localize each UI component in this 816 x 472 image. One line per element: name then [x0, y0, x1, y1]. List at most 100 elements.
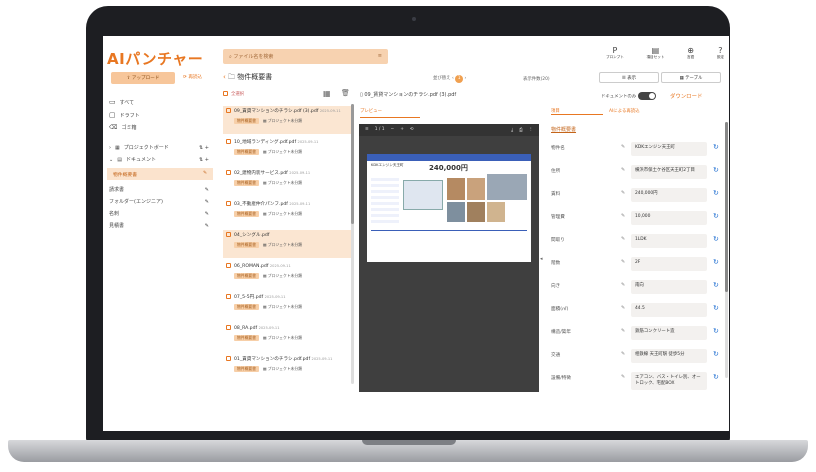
- edit-icon[interactable]: ✎: [621, 259, 625, 265]
- rotate-icon[interactable]: ⟲: [410, 127, 414, 133]
- edit-icon[interactable]: ✎: [205, 187, 209, 193]
- more-icon[interactable]: ⋮: [529, 127, 533, 133]
- file-project-badge[interactable]: ▦ プロジェクト未分類: [263, 118, 302, 124]
- edit-icon[interactable]: ✎: [621, 305, 625, 311]
- file-type-badge[interactable]: 物件概要書: [234, 211, 259, 217]
- edit-icon[interactable]: ✎: [621, 167, 625, 173]
- reread-icon[interactable]: ↻: [713, 212, 719, 220]
- search-input[interactable]: ⌕ ファイル名を検索 ≡: [223, 49, 388, 64]
- file-checkbox[interactable]: [226, 170, 231, 175]
- field-scrollbar[interactable]: [725, 122, 728, 378]
- file-checkbox[interactable]: [226, 294, 231, 299]
- print-icon[interactable]: ⎙: [519, 127, 523, 133]
- reread-icon[interactable]: ↻: [713, 281, 719, 289]
- edit-icon[interactable]: ✎: [621, 282, 625, 288]
- collapse-handle[interactable]: ◂: [540, 256, 543, 262]
- edit-icon[interactable]: ✎: [205, 223, 209, 229]
- language-icon[interactable]: ⊕ 言語: [687, 46, 694, 60]
- download-icon[interactable]: ⤓: [511, 127, 513, 133]
- delete-icon[interactable]: 🗑: [341, 89, 350, 97]
- sidebar-doc-item[interactable]: 請求書 ✎: [109, 186, 209, 194]
- reread-icon[interactable]: ↻: [713, 189, 719, 197]
- reread-icon[interactable]: ↻: [713, 304, 719, 312]
- file-checkbox[interactable]: [226, 325, 231, 330]
- edit-icon[interactable]: ✎: [621, 328, 625, 334]
- file-row[interactable]: 04_シングル.pdf 物件概要書 ▦ プロジェクト未分類: [223, 230, 351, 258]
- file-row[interactable]: 09_賃貸マンションのチラシ.pdf (3).pdf 2025-09-11 物件概…: [223, 106, 351, 134]
- sidebar-projects[interactable]: › ▦ プロジェクトボード ⇅ +: [109, 144, 209, 152]
- file-row[interactable]: 06_ROMAN.pdf 2025-09-11 物件概要書 ▦ プロジェクト未分類: [223, 261, 351, 289]
- reupload-button[interactable]: ⟳ 再読込: [183, 74, 202, 80]
- file-type-badge[interactable]: 物件概要書: [234, 118, 259, 124]
- file-project-badge[interactable]: ▦ プロジェクト未分類: [263, 304, 302, 310]
- edit-icon[interactable]: ✎: [621, 213, 625, 219]
- file-type-badge[interactable]: 物件概要書: [234, 304, 259, 310]
- reread-icon[interactable]: ↻: [713, 373, 719, 381]
- file-checkbox[interactable]: [226, 232, 231, 237]
- edit-icon[interactable]: ✎: [621, 374, 625, 380]
- file-row[interactable]: 01_賃貸マンションのチラシ.pdf.pdf 2025-09-11 物件概要書 ▦ …: [223, 354, 351, 382]
- download-button[interactable]: ダウンロード: [670, 92, 702, 100]
- reread-icon[interactable]: ↻: [713, 258, 719, 266]
- file-project-badge[interactable]: ▦ プロジェクト未分類: [263, 211, 302, 217]
- file-checkbox[interactable]: [226, 139, 231, 144]
- sidebar-doc-item[interactable]: 見積書 ✎: [109, 222, 209, 230]
- tab-preview[interactable]: プレビュー: [360, 108, 420, 118]
- file-row[interactable]: 02_建物内装サービス.pdf 2025-09-11 物件概要書 ▦ プロジェクト未…: [223, 168, 351, 196]
- reread-icon[interactable]: ↻: [713, 143, 719, 151]
- file-project-badge[interactable]: ▦ プロジェクト未分類: [263, 335, 302, 341]
- tab-ai-reread[interactable]: AIによる再読込: [609, 108, 665, 114]
- file-type-badge[interactable]: 物件概要書: [234, 242, 259, 248]
- file-checkbox[interactable]: [226, 108, 231, 113]
- edit-icon[interactable]: ✎: [621, 236, 625, 242]
- field-set-icon[interactable]: ▤ 項目セット: [646, 46, 664, 60]
- file-project-badge[interactable]: ▦ プロジェクト未分類: [263, 366, 302, 372]
- edit-icon[interactable]: ✎: [621, 190, 625, 196]
- field-value-input[interactable]: 南向: [631, 280, 707, 294]
- sidebar-documents[interactable]: ⌄ ▤ ドキュメント ⇅ +: [109, 156, 209, 164]
- file-type-badge[interactable]: 物件概要書: [234, 273, 259, 279]
- field-value-input[interactable]: 44.5: [631, 303, 707, 317]
- upload-button[interactable]: ⇪ アップロード: [111, 72, 175, 84]
- reread-icon[interactable]: ↻: [713, 166, 719, 174]
- clear-icon[interactable]: ≡: [378, 53, 382, 59]
- file-checkbox[interactable]: [226, 201, 231, 206]
- field-value-input[interactable]: 1LDK: [631, 234, 707, 248]
- reread-icon[interactable]: ↻: [713, 327, 719, 335]
- file-project-badge[interactable]: ▦ プロジェクト未分類: [263, 149, 302, 155]
- field-value-input[interactable]: 鉄筋コンクリート造: [631, 326, 707, 340]
- sidebar-item-active[interactable]: 物件概要書 ✎: [107, 168, 213, 180]
- file-type-badge[interactable]: 物件概要書: [234, 335, 259, 341]
- add-document-icon[interactable]: ⇅ +: [199, 157, 209, 163]
- tab-table[interactable]: ▦ テーブル: [661, 72, 721, 83]
- file-type-badge[interactable]: 物件概要書: [234, 180, 259, 186]
- settings-icon[interactable]: ? 設定: [717, 46, 724, 60]
- field-value-input[interactable]: 10,000: [631, 211, 707, 225]
- file-type-badge[interactable]: 物件概要書: [234, 366, 259, 372]
- file-project-badge[interactable]: ▦ プロジェクト未分類: [263, 180, 302, 186]
- add-project-icon[interactable]: ⇅ +: [199, 145, 209, 151]
- file-row[interactable]: 03_不動産仲介パンフ.pdf 2025-09-11 物件概要書 ▦ プロジェクト未…: [223, 199, 351, 227]
- sidebar-doc-item[interactable]: 名刺 ✎: [109, 210, 209, 218]
- menu-icon[interactable]: ≡: [365, 127, 369, 133]
- file-project-badge[interactable]: ▦ プロジェクト未分類: [263, 242, 302, 248]
- edit-icon[interactable]: ✎: [621, 351, 625, 357]
- file-checkbox[interactable]: [226, 263, 231, 268]
- sidebar-doc-item[interactable]: フォルダー(エンジニア) ✎: [109, 198, 209, 206]
- field-value-input[interactable]: 横浜市保土ケ谷区天王町2丁目: [631, 165, 707, 179]
- file-row[interactable]: 08_RA.pdf 2025-09-11 物件概要書 ▦ プロジェクト未分類: [223, 323, 351, 351]
- document-only-toggle[interactable]: ドキュメントのみ: [601, 92, 656, 100]
- sidebar-item-trash[interactable]: ⌫ ゴミ箱: [109, 124, 137, 131]
- sidebar-item-all[interactable]: ▭ すべて: [109, 98, 134, 106]
- file-row[interactable]: 10_地域ランディング.pdf.pdf 2025-09-11 物件概要書 ▦ プロジ…: [223, 137, 351, 165]
- sort-control[interactable]: 並び替え ‹ 1 ›: [433, 75, 466, 83]
- sidebar-item-draft[interactable]: ▢ ドラフト: [109, 111, 140, 119]
- grid-view-icon[interactable]: ▦: [323, 89, 331, 98]
- page-indicator[interactable]: 1: [455, 75, 464, 83]
- reread-icon[interactable]: ↻: [713, 235, 719, 243]
- reread-icon[interactable]: ↻: [713, 350, 719, 358]
- field-value-input[interactable]: エアコン、バス・トイレ別、オートロック、宅配BOX: [631, 372, 707, 390]
- tab-all[interactable]: ☰ 表示: [599, 72, 659, 83]
- field-value-input[interactable]: 2F: [631, 257, 707, 271]
- prompt-icon[interactable]: P プロンプト: [606, 46, 624, 60]
